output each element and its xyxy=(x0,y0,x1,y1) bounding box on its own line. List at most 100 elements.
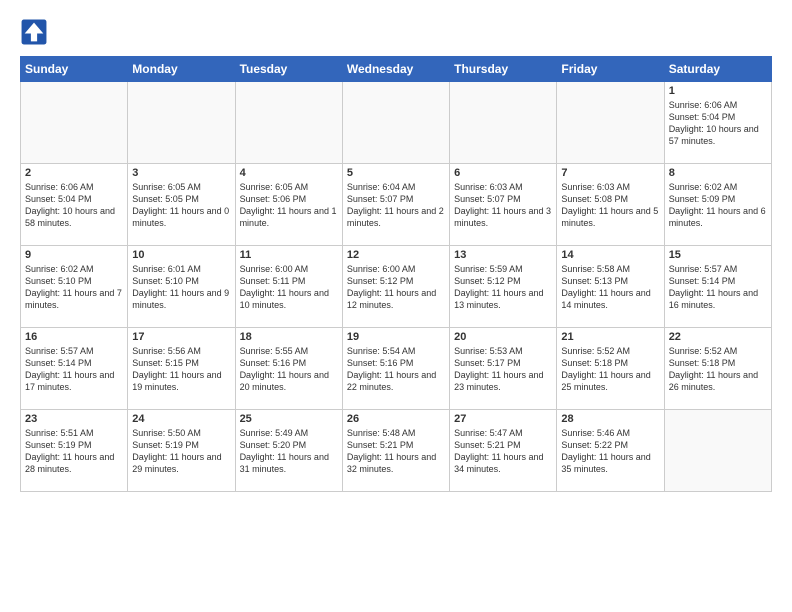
day-info: Sunrise: 5:57 AM Sunset: 5:14 PM Dayligh… xyxy=(669,263,767,312)
weekday-header-row: SundayMondayTuesdayWednesdayThursdayFrid… xyxy=(21,57,772,82)
day-cell: 8 Sunrise: 6:02 AM Sunset: 5:09 PM Daylig… xyxy=(664,164,771,246)
weekday-header-monday: Monday xyxy=(128,57,235,82)
weekday-header-friday: Friday xyxy=(557,57,664,82)
day-cell xyxy=(235,82,342,164)
day-cell: 25 Sunrise: 5:49 AM Sunset: 5:20 PM Dayli… xyxy=(235,410,342,492)
week-row-0: 1Sunrise: 6:06 AM Sunset: 5:04 PM Daylig… xyxy=(21,82,772,164)
weekday-header-tuesday: Tuesday xyxy=(235,57,342,82)
day-number: 18 xyxy=(240,331,338,343)
day-cell: 23 Sunrise: 5:51 AM Sunset: 5:19 PM Dayli… xyxy=(21,410,128,492)
page: SundayMondayTuesdayWednesdayThursdayFrid… xyxy=(0,0,792,612)
day-number: 20 xyxy=(454,331,552,343)
header xyxy=(20,18,772,46)
day-cell: 13 Sunrise: 5:59 AM Sunset: 5:12 PM Dayli… xyxy=(450,246,557,328)
day-cell: 27 Sunrise: 5:47 AM Sunset: 5:21 PM Dayli… xyxy=(450,410,557,492)
day-number: 8 xyxy=(669,167,767,179)
day-info: Sunrise: 5:55 AM Sunset: 5:16 PM Dayligh… xyxy=(240,345,338,394)
day-info: Sunrise: 5:51 AM Sunset: 5:19 PM Dayligh… xyxy=(25,427,123,476)
day-cell: 6 Sunrise: 6:03 AM Sunset: 5:07 PM Daylig… xyxy=(450,164,557,246)
weekday-header-wednesday: Wednesday xyxy=(342,57,449,82)
day-number: 12 xyxy=(347,249,445,261)
day-cell: 2Sunrise: 6:06 AM Sunset: 5:04 PM Daylig… xyxy=(21,164,128,246)
day-info: Sunrise: 5:46 AM Sunset: 5:22 PM Dayligh… xyxy=(561,427,659,476)
day-cell: 28Sunrise: 5:46 AM Sunset: 5:22 PM Dayli… xyxy=(557,410,664,492)
day-number: 11 xyxy=(240,249,338,261)
day-cell: 26 Sunrise: 5:48 AM Sunset: 5:21 PM Dayli… xyxy=(342,410,449,492)
day-number: 3 xyxy=(132,167,230,179)
logo xyxy=(20,18,52,46)
day-number: 1 xyxy=(669,85,767,97)
day-number: 6 xyxy=(454,167,552,179)
day-cell: 24 Sunrise: 5:50 AM Sunset: 5:19 PM Dayli… xyxy=(128,410,235,492)
day-info: Sunrise: 6:03 AM Sunset: 5:07 PM Dayligh… xyxy=(454,181,552,230)
day-info: Sunrise: 5:59 AM Sunset: 5:12 PM Dayligh… xyxy=(454,263,552,312)
day-info: Sunrise: 5:50 AM Sunset: 5:19 PM Dayligh… xyxy=(132,427,230,476)
week-row-4: 23 Sunrise: 5:51 AM Sunset: 5:19 PM Dayli… xyxy=(21,410,772,492)
day-cell xyxy=(128,82,235,164)
day-info: Sunrise: 6:01 AM Sunset: 5:10 PM Dayligh… xyxy=(132,263,230,312)
day-cell: 21 Sunrise: 5:52 AM Sunset: 5:18 PM Dayli… xyxy=(557,328,664,410)
day-info: Sunrise: 5:58 AM Sunset: 5:13 PM Dayligh… xyxy=(561,263,659,312)
day-info: Sunrise: 6:00 AM Sunset: 5:11 PM Dayligh… xyxy=(240,263,338,312)
day-number: 15 xyxy=(669,249,767,261)
day-cell: 12 Sunrise: 6:00 AM Sunset: 5:12 PM Dayli… xyxy=(342,246,449,328)
day-number: 16 xyxy=(25,331,123,343)
weekday-header-thursday: Thursday xyxy=(450,57,557,82)
day-cell: 22 Sunrise: 5:52 AM Sunset: 5:18 PM Dayli… xyxy=(664,328,771,410)
day-info: Sunrise: 6:05 AM Sunset: 5:05 PM Dayligh… xyxy=(132,181,230,230)
day-cell: 10 Sunrise: 6:01 AM Sunset: 5:10 PM Dayli… xyxy=(128,246,235,328)
day-cell: 20Sunrise: 5:53 AM Sunset: 5:17 PM Dayli… xyxy=(450,328,557,410)
day-cell: 7 Sunrise: 6:03 AM Sunset: 5:08 PM Daylig… xyxy=(557,164,664,246)
day-number: 17 xyxy=(132,331,230,343)
day-info: Sunrise: 5:54 AM Sunset: 5:16 PM Dayligh… xyxy=(347,345,445,394)
day-info: Sunrise: 6:02 AM Sunset: 5:10 PM Dayligh… xyxy=(25,263,123,312)
day-number: 4 xyxy=(240,167,338,179)
day-number: 19 xyxy=(347,331,445,343)
day-info: Sunrise: 5:47 AM Sunset: 5:21 PM Dayligh… xyxy=(454,427,552,476)
day-info: Sunrise: 5:48 AM Sunset: 5:21 PM Dayligh… xyxy=(347,427,445,476)
day-number: 25 xyxy=(240,413,338,425)
week-row-2: 9Sunrise: 6:02 AM Sunset: 5:10 PM Daylig… xyxy=(21,246,772,328)
weekday-header-saturday: Saturday xyxy=(664,57,771,82)
day-info: Sunrise: 5:52 AM Sunset: 5:18 PM Dayligh… xyxy=(669,345,767,394)
day-number: 22 xyxy=(669,331,767,343)
day-cell: 4 Sunrise: 6:05 AM Sunset: 5:06 PM Daylig… xyxy=(235,164,342,246)
day-cell: 11 Sunrise: 6:00 AM Sunset: 5:11 PM Dayli… xyxy=(235,246,342,328)
day-info: Sunrise: 5:49 AM Sunset: 5:20 PM Dayligh… xyxy=(240,427,338,476)
week-row-1: 2Sunrise: 6:06 AM Sunset: 5:04 PM Daylig… xyxy=(21,164,772,246)
day-number: 13 xyxy=(454,249,552,261)
day-cell xyxy=(21,82,128,164)
day-cell xyxy=(342,82,449,164)
day-number: 27 xyxy=(454,413,552,425)
day-info: Sunrise: 6:06 AM Sunset: 5:04 PM Dayligh… xyxy=(25,181,123,230)
day-cell: 17 Sunrise: 5:56 AM Sunset: 5:15 PM Dayli… xyxy=(128,328,235,410)
day-cell: 3 Sunrise: 6:05 AM Sunset: 5:05 PM Daylig… xyxy=(128,164,235,246)
day-info: Sunrise: 5:52 AM Sunset: 5:18 PM Dayligh… xyxy=(561,345,659,394)
week-row-3: 16 Sunrise: 5:57 AM Sunset: 5:14 PM Dayli… xyxy=(21,328,772,410)
calendar-table: SundayMondayTuesdayWednesdayThursdayFrid… xyxy=(20,56,772,492)
day-number: 21 xyxy=(561,331,659,343)
day-info: Sunrise: 6:04 AM Sunset: 5:07 PM Dayligh… xyxy=(347,181,445,230)
day-cell: 14Sunrise: 5:58 AM Sunset: 5:13 PM Dayli… xyxy=(557,246,664,328)
day-cell: 19 Sunrise: 5:54 AM Sunset: 5:16 PM Dayli… xyxy=(342,328,449,410)
day-number: 7 xyxy=(561,167,659,179)
day-cell: 5Sunrise: 6:04 AM Sunset: 5:07 PM Daylig… xyxy=(342,164,449,246)
day-cell xyxy=(557,82,664,164)
day-info: Sunrise: 5:57 AM Sunset: 5:14 PM Dayligh… xyxy=(25,345,123,394)
day-number: 10 xyxy=(132,249,230,261)
day-info: Sunrise: 6:00 AM Sunset: 5:12 PM Dayligh… xyxy=(347,263,445,312)
day-number: 23 xyxy=(25,413,123,425)
day-info: Sunrise: 6:02 AM Sunset: 5:09 PM Dayligh… xyxy=(669,181,767,230)
day-number: 26 xyxy=(347,413,445,425)
day-info: Sunrise: 6:03 AM Sunset: 5:08 PM Dayligh… xyxy=(561,181,659,230)
day-number: 24 xyxy=(132,413,230,425)
day-info: Sunrise: 6:05 AM Sunset: 5:06 PM Dayligh… xyxy=(240,181,338,230)
weekday-header-sunday: Sunday xyxy=(21,57,128,82)
logo-icon xyxy=(20,18,48,46)
day-cell xyxy=(664,410,771,492)
day-cell: 1Sunrise: 6:06 AM Sunset: 5:04 PM Daylig… xyxy=(664,82,771,164)
day-info: Sunrise: 5:56 AM Sunset: 5:15 PM Dayligh… xyxy=(132,345,230,394)
day-cell: 18 Sunrise: 5:55 AM Sunset: 5:16 PM Dayli… xyxy=(235,328,342,410)
day-cell: 16 Sunrise: 5:57 AM Sunset: 5:14 PM Dayli… xyxy=(21,328,128,410)
day-cell xyxy=(450,82,557,164)
